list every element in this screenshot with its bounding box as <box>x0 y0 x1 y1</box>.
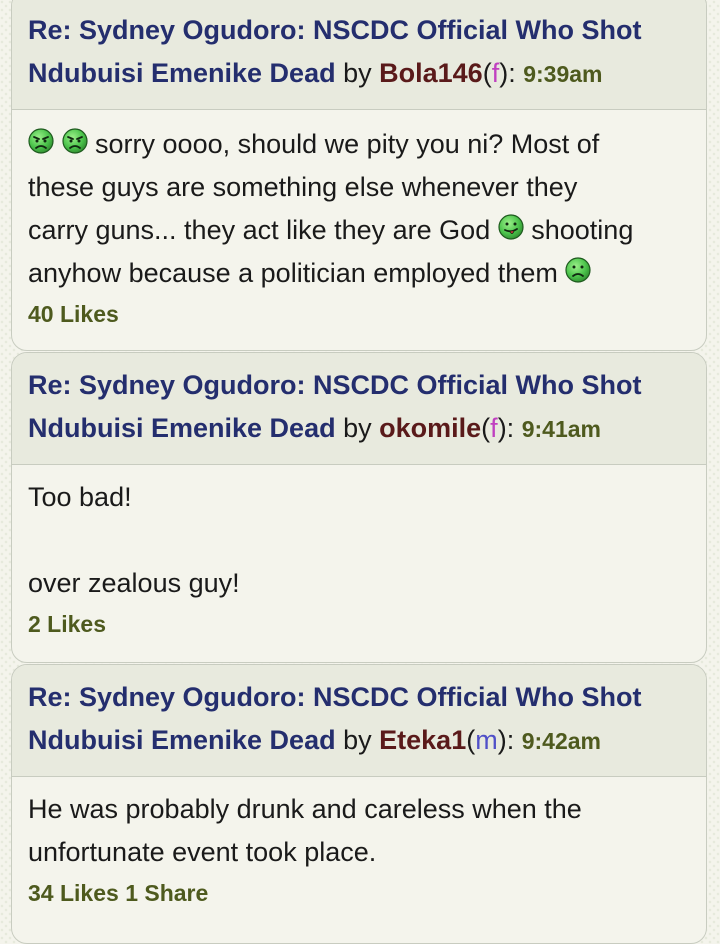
topic-title-link-cont[interactable]: Ndubuisi Emenike Dead <box>28 58 336 88</box>
topic-title-link-cont[interactable]: Ndubuisi Emenike Dead <box>28 725 336 755</box>
likes-link[interactable]: 2 Likes <box>28 611 106 637</box>
topic-title-link[interactable]: Re: Sydney Ogudoro: NSCDC Official Who S… <box>28 682 642 712</box>
post-text: these guys are something else whenever t… <box>28 172 578 202</box>
shares-link[interactable]: 1 Share <box>125 880 208 906</box>
post-text: Too bad! <box>28 482 132 512</box>
tongue-face-icon <box>498 214 524 240</box>
username-link[interactable]: okomile <box>379 413 481 443</box>
post-body: Too bad! over zealous guy! <box>12 465 706 605</box>
post-time: 9:42am <box>521 728 602 754</box>
likes-link[interactable]: 40 Likes <box>28 301 119 327</box>
topic-title-link[interactable]: Re: Sydney Ogudoro: NSCDC Official Who S… <box>28 15 642 45</box>
post-likes: 34 Likes 1 Share <box>12 878 706 908</box>
gender-indicator: f <box>490 413 498 443</box>
post-1: Re: Sydney Ogudoro: NSCDC Official Who S… <box>11 0 707 351</box>
post-time: 9:41am <box>521 416 601 442</box>
topic-title-link-cont[interactable]: Ndubuisi Emenike Dead <box>28 413 336 443</box>
post-body: sorry oooo, should we pity you ni? Most … <box>12 110 706 295</box>
post-3: Re: Sydney Ogudoro: NSCDC Official Who S… <box>11 664 707 944</box>
post-text: anyhow because a politician employed the… <box>28 258 558 288</box>
username-link[interactable]: Bola146 <box>379 58 483 88</box>
post-header: Re: Sydney Ogudoro: NSCDC Official Who S… <box>12 0 706 110</box>
username-link[interactable]: Eteka1 <box>379 725 466 755</box>
by-label: by <box>343 58 372 88</box>
post-header: Re: Sydney Ogudoro: NSCDC Official Who S… <box>12 353 706 465</box>
sad-face-icon <box>565 257 591 283</box>
post-body: He was probably drunk and careless when … <box>12 777 706 874</box>
gender-indicator: m <box>475 725 498 755</box>
post-likes: 2 Likes <box>12 609 706 639</box>
post-text: over zealous guy! <box>28 568 240 598</box>
likes-link[interactable]: 34 Likes <box>28 880 119 906</box>
post-text: sorry oooo, should we pity you ni? Most … <box>95 129 600 159</box>
post-text: carry guns... they act like they are God <box>28 215 491 245</box>
by-label: by <box>343 413 372 443</box>
post-2: Re: Sydney Ogudoro: NSCDC Official Who S… <box>11 352 707 663</box>
post-header: Re: Sydney Ogudoro: NSCDC Official Who S… <box>12 665 706 777</box>
post-likes: 40 Likes <box>12 299 706 329</box>
post-time: 9:39am <box>523 61 603 87</box>
by-label: by <box>343 725 372 755</box>
post-text: shooting <box>531 215 634 245</box>
post-text: He was probably drunk and careless when … <box>28 794 582 824</box>
angry-face-icon <box>28 128 54 154</box>
topic-title-link[interactable]: Re: Sydney Ogudoro: NSCDC Official Who S… <box>28 370 642 400</box>
angry-face-icon <box>62 128 88 154</box>
post-text: unfortunate event took place. <box>28 837 377 867</box>
